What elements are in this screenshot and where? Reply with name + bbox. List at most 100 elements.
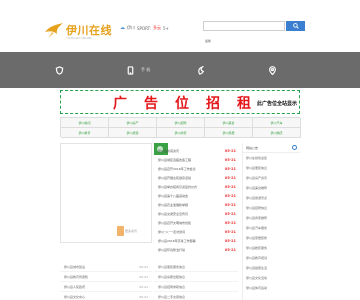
list-item-date: 05-21	[139, 284, 148, 289]
phone-icon	[127, 65, 134, 75]
category-link[interactable]: 伊川旅游	[109, 128, 157, 138]
news-title: 伊川县新闻资讯	[158, 148, 180, 153]
location-icon	[269, 65, 276, 75]
category-link[interactable]: 伊川新闻	[61, 118, 109, 128]
nav-item-2[interactable]: 手 机	[126, 52, 150, 88]
news-date: 05-21	[224, 193, 236, 198]
ad-char: 告	[144, 96, 158, 112]
list-item-date: 05-21	[139, 264, 148, 269]
ad-char: 招	[206, 96, 220, 112]
sidebar-link[interactable]: 伊川县商家推荐	[243, 213, 300, 223]
sidebar-link[interactable]: 伊川县婚庆服务	[243, 243, 300, 253]
sidebar-link[interactable]: 伊川县招聘信息	[243, 203, 300, 213]
category-link-grid: 伊川新闻 伊川房产 伊川招聘 伊川美食 伊川汽车 伊川教育 伊川旅游 伊川商家 …	[60, 117, 301, 138]
sidebar-link[interactable]: 伊川县美食推荐	[243, 183, 300, 193]
category-link[interactable]: 伊川婚庆	[253, 128, 301, 138]
nav-item-3[interactable]	[197, 52, 212, 88]
sidebar-link[interactable]: 伊川县房产资讯	[243, 173, 300, 183]
nav-item-4[interactable]	[268, 52, 283, 88]
sidebar-link[interactable]: 伊川在线欢迎您	[243, 153, 300, 163]
weather-condition: 多云	[152, 25, 161, 30]
news-title: 伊川县开展全民健身活动	[158, 175, 192, 180]
news-row[interactable]: 伊川县召开2016年工作会议 05-21	[154, 164, 238, 173]
category-link[interactable]: 伊川美食	[205, 118, 253, 128]
weather-extra: 5+	[162, 25, 169, 31]
logo-subtitle: YICHUAN ONLINE	[66, 36, 92, 40]
list-item-text: 伊川县文化中心	[64, 294, 86, 299]
list-item[interactable]: 伊川县便民服务信息	[154, 262, 238, 272]
right-sidebar: 网站公告 伊川在线欢迎您 伊川县便民信息 伊川县房产资讯 伊川县美食推荐 伊川县…	[242, 143, 300, 300]
sidebar-header: 网站公告	[243, 143, 300, 153]
list-item[interactable]: 伊川县二手交易信息	[154, 292, 238, 300]
hot-search-link[interactable]: 最新	[205, 39, 211, 43]
category-link[interactable]: 伊川商家	[157, 128, 205, 138]
news-title: 伊川县环境整治行动	[158, 247, 186, 252]
news-row[interactable]: 伊川县新闻资讯 05-21	[154, 146, 238, 155]
news-date: 05-21	[224, 202, 236, 207]
sidebar-title: 网站公告	[246, 145, 259, 150]
news-date: 05-21	[224, 157, 236, 162]
news-title: 伊川“八一”走访慰问	[158, 229, 186, 234]
more-news-label[interactable]: 更多资讯	[125, 229, 137, 233]
sidebar-link[interactable]: 伊川县便民信息	[243, 163, 300, 173]
news-date: 05-21	[224, 229, 236, 234]
news-row[interactable]: 伊川县召开文明城市创建 05-21	[154, 218, 238, 227]
news-title: 伊川县交通安全宣传月	[158, 211, 189, 216]
search-input[interactable]	[203, 21, 285, 31]
news-row[interactable]: 伊川县开展全民健身活动 05-21	[154, 173, 238, 182]
news-row[interactable]: 伊川县农业发展新举措 05-21	[154, 200, 238, 209]
news-row[interactable]: 伊川县环境整治行动 05-21	[154, 245, 238, 254]
list-item[interactable]: 伊川县城市建设 05-21	[60, 262, 152, 272]
weather-widget: ☁ 伊川 SPORT: 多云 5+	[120, 24, 169, 32]
list-item-text: 伊川县教育局通知	[64, 274, 89, 279]
news-row[interactable]: 伊川“八一”走访慰问 05-21	[154, 227, 238, 236]
category-link[interactable]: 伊川房产	[109, 118, 157, 128]
page: 伊川在线 YICHUAN ONLINE ☁ 伊川 SPORT: 多云 5+ 最新…	[0, 0, 360, 300]
nav-item-1[interactable]	[55, 52, 70, 88]
more-news-icon[interactable]	[117, 226, 124, 236]
news-title: 伊川县召开文明城市创建	[158, 220, 192, 225]
ad-headline: 广 告 位 招 租	[113, 93, 251, 113]
weather-city: 伊川	[127, 25, 135, 30]
news-row[interactable]: 伊川县城区道路改造工程 05-21	[154, 155, 238, 164]
list-item[interactable]: 伊川县房屋出租信息	[154, 272, 238, 282]
site-logo[interactable]: 伊川在线 YICHUAN ONLINE	[44, 20, 114, 46]
more-circle-icon[interactable]	[292, 145, 297, 150]
news-title: 伊川县2016年高考工作部署	[158, 238, 196, 243]
news-row[interactable]: 伊川县交通安全宣传月 05-21	[154, 209, 238, 218]
sidebar-link[interactable]: 伊川县家居装修	[243, 233, 300, 243]
list-item[interactable]: 伊川县文化中心 05-21	[60, 292, 152, 300]
sidebar-link[interactable]: 伊川县教育培训	[243, 253, 300, 263]
sidebar-link[interactable]: 伊川县汽车服务	[243, 223, 300, 233]
search-button[interactable]	[286, 21, 305, 31]
category-link[interactable]: 伊川家居	[205, 128, 253, 138]
sidebar-link[interactable]: 伊川县体育运动	[243, 283, 300, 293]
news-row[interactable]: 伊川县举办招商引资签约仪式 05-21	[154, 182, 238, 191]
mid-bottom-list: 伊川县便民服务信息 伊川县房屋出租信息 伊川县招聘求职信息 伊川县二手交易信息	[154, 262, 238, 300]
cloud-icon: ☁	[120, 25, 125, 31]
ad-banner[interactable]: 广 告 位 招 租 此广告位全站显示	[60, 90, 300, 114]
category-link[interactable]: 伊川教育	[61, 128, 109, 138]
swallow-logo-icon	[45, 23, 63, 38]
list-item[interactable]: 伊川县人民政府 05-21	[60, 282, 152, 292]
slideshow-panel[interactable]	[60, 143, 152, 243]
category-link[interactable]: 伊川招聘	[157, 118, 205, 128]
sidebar-link[interactable]: 伊川县健康生活	[243, 263, 300, 273]
news-row[interactable]: 伊川县2016年高考工作部署 05-21	[154, 236, 238, 245]
sidebar-link[interactable]: 伊川县文化活动	[243, 273, 300, 283]
news-date: 05-21	[224, 238, 236, 243]
news-date: 05-21	[224, 166, 236, 171]
sidebar-link[interactable]: 伊川县旅游景点	[243, 193, 300, 203]
list-item[interactable]: 伊川县招聘求职信息	[154, 282, 238, 292]
list-item-date: 05-21	[139, 294, 148, 299]
news-row[interactable]: 伊川县第十八届运动会 05-21	[154, 191, 238, 200]
category-link[interactable]: 伊川汽车	[253, 118, 301, 128]
news-date: 05-21	[224, 247, 236, 252]
news-date: 05-21	[224, 184, 236, 189]
news-title: 伊川县举办招商引资签约仪式	[158, 184, 198, 189]
left-news-list: 伊川县城市建设 05-21 伊川县教育局通知 05-21 伊川县人民政府 05-21 …	[60, 262, 152, 300]
list-item[interactable]: 伊川县教育局通知 05-21	[60, 272, 152, 282]
weather-text: SPORT:	[137, 25, 151, 31]
ad-char: 广	[113, 96, 127, 112]
nav-label-2: 手 机	[141, 67, 151, 72]
